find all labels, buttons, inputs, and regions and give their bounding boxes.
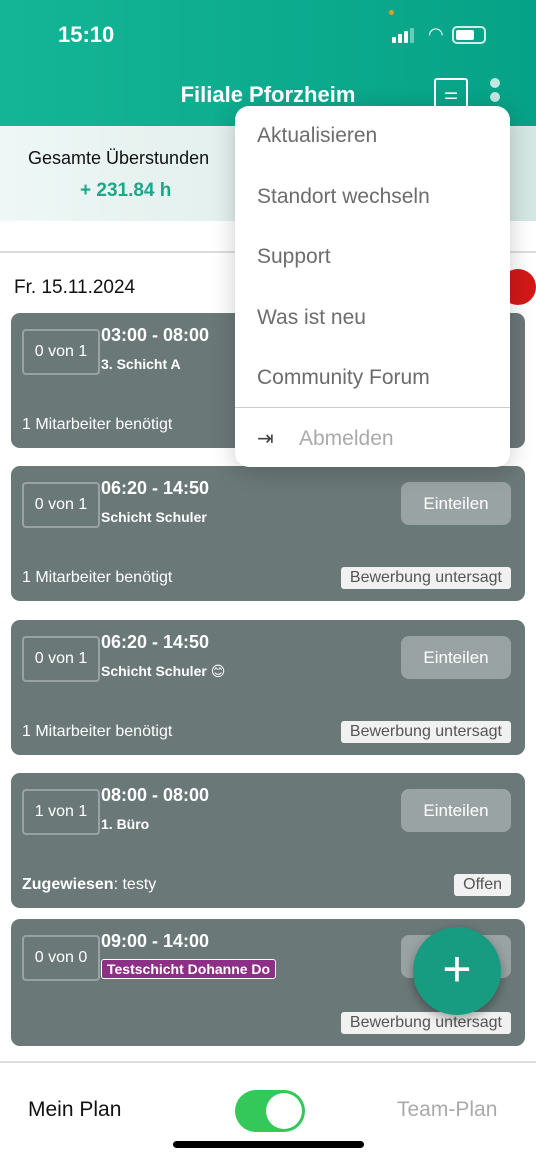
shift-time: 03:00 - 08:00 xyxy=(101,325,210,345)
date-heading: Fr. 15.11.2024 xyxy=(14,277,136,298)
shift-time: 06:20 - 14:50 xyxy=(101,478,210,498)
plus-icon: + xyxy=(442,941,472,997)
staff-needed: 1 Mitarbeiter benötigt xyxy=(22,569,173,586)
wifi-icon: ◠ xyxy=(428,24,444,44)
status-badge: Offen xyxy=(454,874,511,896)
assign-button[interactable]: Einteilen xyxy=(401,789,511,832)
assign-button[interactable]: Einteilen xyxy=(401,482,511,525)
team-plan-label[interactable]: Team-Plan xyxy=(397,1098,497,1122)
menu-item-whats-new[interactable]: Was ist neu xyxy=(257,306,366,330)
staff-needed: 1 Mitarbeiter benötigt xyxy=(22,416,173,433)
shift-name: 1. Büro xyxy=(101,816,150,832)
assigned-value: : testy xyxy=(113,876,157,893)
shift-card[interactable]: 0 von 1 06:20 - 14:50 Schicht Schuler 😊 … xyxy=(11,620,525,755)
overtime-value: + 231.84 h xyxy=(80,180,172,201)
shift-name: Testschicht Dohanne Do xyxy=(101,959,277,979)
status-badge: Bewerbung untersagt xyxy=(340,721,511,743)
my-plan-label[interactable]: Mein Plan xyxy=(28,1098,121,1122)
shift-name: 3. Schicht A xyxy=(101,356,181,372)
shift-name: Schicht Schuler 😊 xyxy=(101,663,226,679)
plan-toggle[interactable] xyxy=(235,1090,305,1132)
staff-needed: 1 Mitarbeiter benötigt xyxy=(22,723,173,740)
divider xyxy=(0,1061,536,1063)
menu-item-change-location[interactable]: Standort wechseln xyxy=(257,185,430,209)
overtime-label: Gesamte Überstunden xyxy=(28,148,210,168)
staff-count: 0 von 0 xyxy=(22,935,100,981)
shift-name: Schicht Schuler xyxy=(101,509,207,525)
shift-time: 06:20 - 14:50 xyxy=(101,632,210,652)
add-shift-button[interactable]: + xyxy=(413,927,501,1015)
signal-icon xyxy=(392,28,414,43)
menu-item-logout[interactable]: Abmelden xyxy=(299,427,394,451)
menu-divider xyxy=(235,407,510,408)
assigned-info: Zugewiesen: testy xyxy=(22,876,156,894)
shift-card[interactable]: 0 von 1 06:20 - 14:50 Schicht Schuler Ei… xyxy=(11,466,525,601)
staff-count: 0 von 1 xyxy=(22,482,100,528)
staff-count: 0 von 1 xyxy=(22,329,100,375)
overflow-menu: Aktualisieren Standort wechseln Support … xyxy=(235,106,510,467)
staff-count: 0 von 1 xyxy=(22,636,100,682)
assign-button[interactable]: Einteilen xyxy=(401,636,511,679)
shift-tag: Testschicht Dohanne Do xyxy=(101,959,277,979)
menu-item-refresh[interactable]: Aktualisieren xyxy=(257,124,377,148)
logout-icon: ⇥ xyxy=(257,428,274,450)
menu-item-support[interactable]: Support xyxy=(257,245,331,269)
battery-icon xyxy=(452,26,486,44)
home-indicator xyxy=(173,1141,364,1148)
shift-time: 09:00 - 14:00 xyxy=(101,931,210,951)
privacy-indicator xyxy=(389,10,394,15)
assigned-label: Zugewiesen xyxy=(22,876,114,893)
status-badge: Bewerbung untersagt xyxy=(340,1012,511,1034)
status-badge: Bewerbung untersagt xyxy=(340,567,511,589)
shift-card[interactable]: 1 von 1 08:00 - 08:00 1. Büro Einteilen … xyxy=(11,773,525,908)
staff-count: 1 von 1 xyxy=(22,789,100,835)
status-time: 15:10 xyxy=(58,22,115,47)
menu-item-community-forum[interactable]: Community Forum xyxy=(257,366,430,390)
shift-time: 08:00 - 08:00 xyxy=(101,785,210,805)
